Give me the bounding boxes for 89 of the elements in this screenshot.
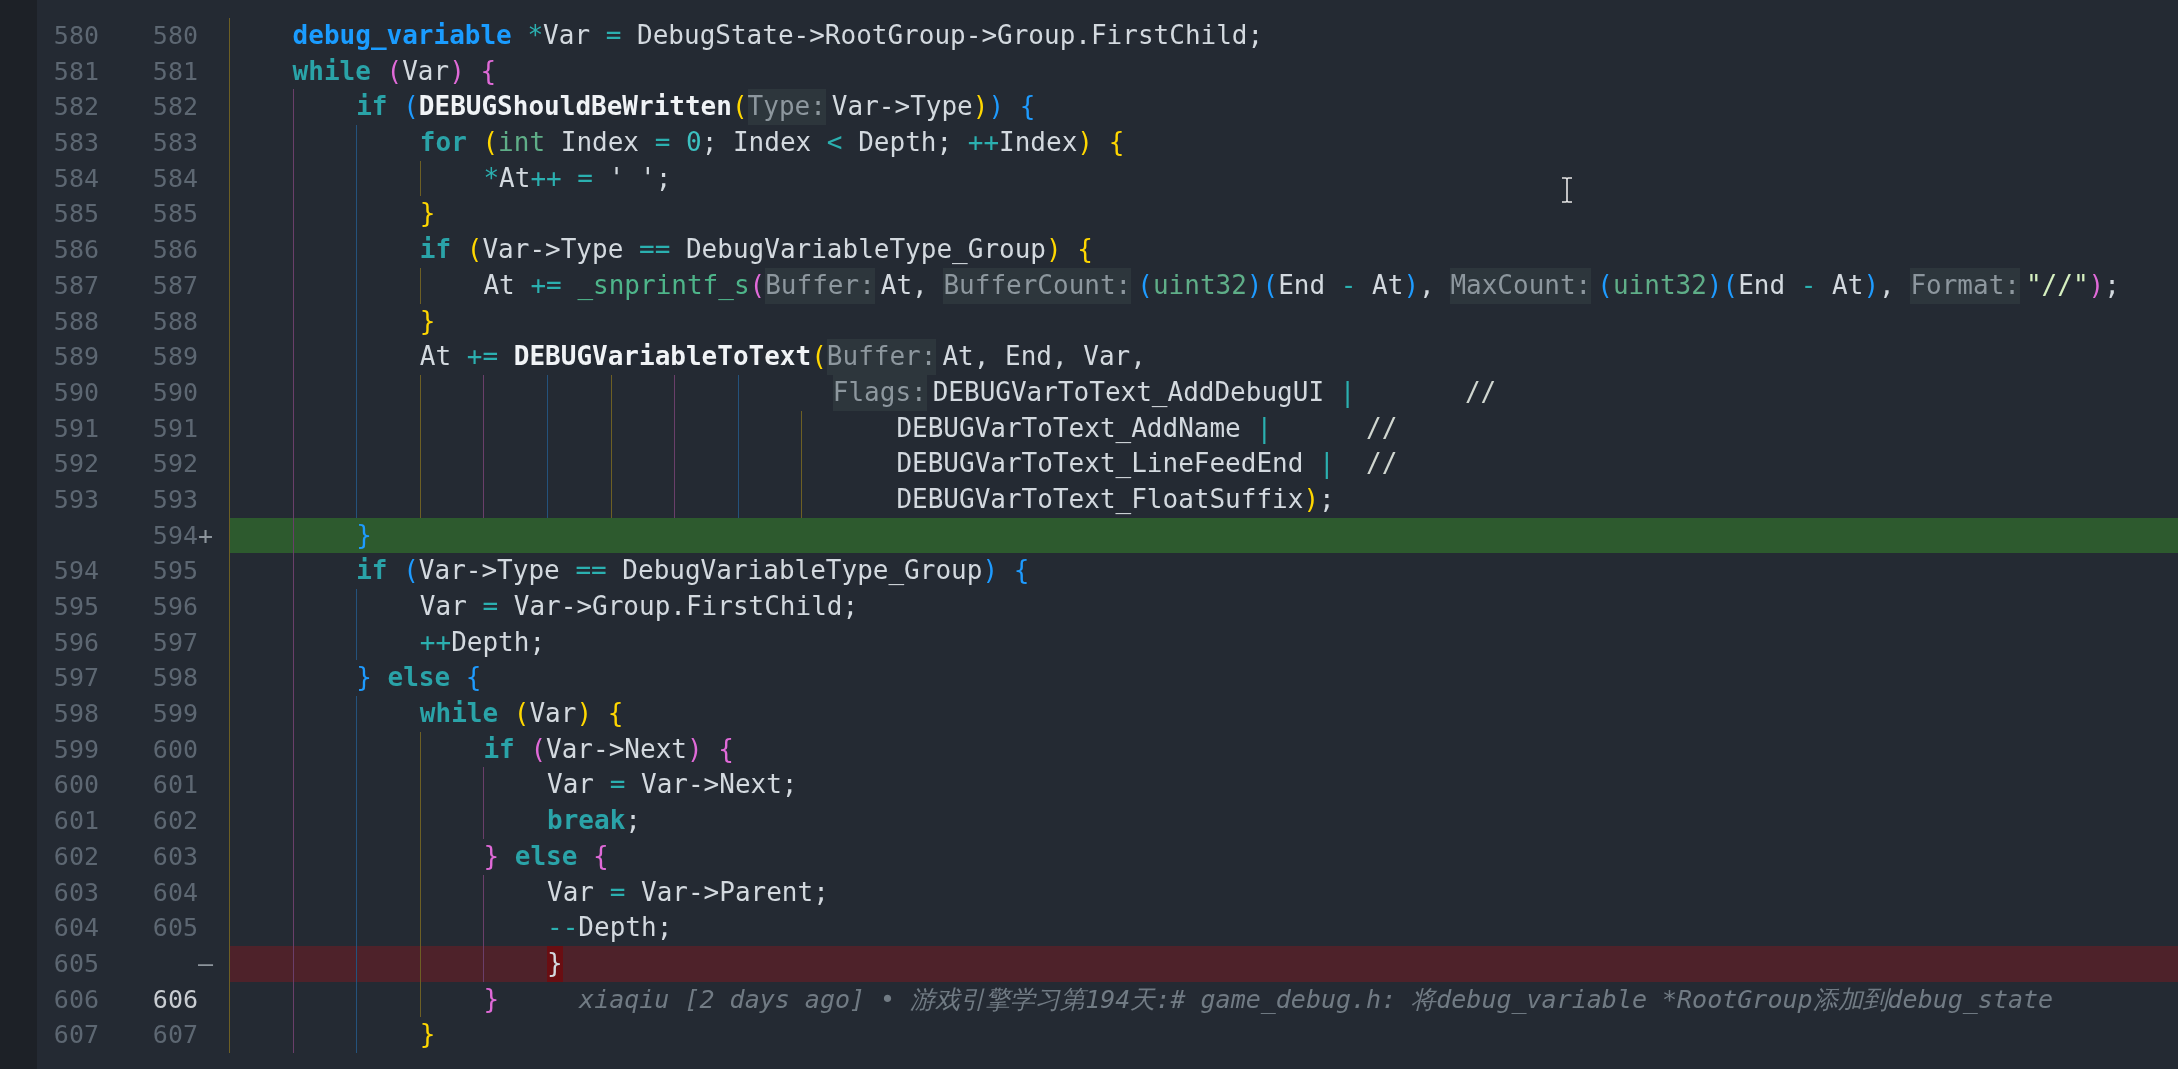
line-number: 581 (152, 56, 198, 86)
line-number: 587 (53, 270, 99, 300)
code-line: if (Var->Next) { (229, 731, 734, 768)
line-number: 596 (53, 627, 99, 657)
line-number: 590 (152, 377, 198, 407)
line-number: 584 (53, 163, 99, 193)
line-number: 590 (53, 377, 99, 407)
code-line: if (Var->Type == DebugVariableType_Group) { (229, 232, 1093, 268)
line-number: 604 (152, 877, 198, 907)
line-number: 601 (152, 770, 198, 800)
line-number: 597 (53, 663, 99, 693)
code-line: Flags: DEBUGVarToText_AddDebugUI | // (229, 374, 1497, 411)
line-number: 600 (53, 770, 99, 800)
code-line: } (229, 1017, 436, 1053)
diff-added-marker: + (198, 520, 214, 550)
line-number: 591 (53, 413, 99, 443)
line-number: 586 (152, 235, 198, 265)
line-number: 592 (53, 449, 99, 479)
line-number: 593 (53, 484, 99, 514)
line-number: 594 (53, 556, 99, 586)
code-line: At += _snprintf_s(Buffer: At, BufferCount: (uint32)(End - At), MaxCount: (uint32)(End - At), Format: "//"); (229, 267, 2120, 304)
line-number: 603 (152, 841, 198, 871)
code-line: } (229, 303, 436, 340)
code-line: while (Var) { (229, 53, 497, 90)
line-number: 601 (53, 806, 99, 836)
code-line: debug_variable *Var = DebugState->RootGroup->Group.FirstChild; (229, 18, 1264, 54)
line-number: 596 (152, 592, 198, 621)
line-number: 582 (152, 92, 198, 122)
line-number: 594 (152, 520, 198, 550)
line-number: 603 (53, 877, 99, 907)
line-number: 599 (53, 734, 99, 764)
line-number: 582 (53, 92, 99, 122)
line-number: 598 (53, 699, 99, 729)
code-line: ++Depth; (229, 624, 546, 661)
line-number: 598 (152, 663, 198, 693)
code-line: } else { (229, 838, 609, 875)
line-number: 599 (152, 699, 198, 729)
code-line: } else { (229, 660, 482, 697)
code-line: Var = Var->Parent; (229, 874, 829, 911)
line-number: 589 (152, 342, 198, 372)
code-line: if (DEBUGShouldBeWritten(Type: Var->Type)) { (229, 89, 1036, 126)
line-number: 606 (53, 984, 99, 1014)
line-number: 580 (53, 21, 99, 50)
code-line: *At++ = ' '; (229, 160, 672, 197)
code-line: DEBUGVarToText_FloatSuffix); (229, 481, 1335, 518)
blame-annotation: xiaqiu [2 days ago] • 游戏引擎学习第194天:# game_debug.h: 将debug_variable *RootGroup添加到debug_state (579, 983, 2054, 1016)
code-line: } (229, 196, 436, 233)
line-number: 593 (152, 484, 198, 514)
code-line: while (Var) { (229, 696, 624, 732)
code-line: for (int Index = 0; Index < Depth; ++Index) { (229, 125, 1125, 161)
line-number: 607 (53, 1020, 99, 1050)
line-number: 580 (152, 21, 198, 50)
line-number: 589 (53, 342, 99, 372)
line-number: 585 (152, 199, 198, 229)
code-line: Var = Var->Group.FirstChild; (229, 589, 859, 625)
code-line: } (229, 981, 500, 1018)
line-number: 595 (152, 556, 198, 586)
code-line: if (Var->Type == DebugVariableType_Group) { (229, 553, 1030, 589)
diff-removed-marker: — (198, 948, 214, 978)
line-number: 588 (152, 306, 198, 336)
line-number: 597 (152, 627, 198, 657)
line-number: 581 (53, 56, 99, 86)
line-number: 583 (53, 128, 99, 158)
line-number: 605 (53, 948, 99, 978)
line-number: 588 (53, 306, 99, 336)
line-number: 600 (152, 734, 198, 764)
code-line: DEBUGVarToText_LineFeedEnd | // (229, 446, 1398, 482)
code-line: DEBUGVarToText_AddName | // (229, 410, 1398, 447)
line-number: 607 (152, 1020, 198, 1050)
line-number: 606 (152, 984, 198, 1014)
code-line: } (229, 945, 563, 982)
code-line: At += DEBUGVariableToText(Buffer: At, End, Var, (229, 339, 1146, 375)
line-number: 604 (53, 913, 99, 943)
line-number: 584 (152, 163, 198, 193)
line-number: 602 (53, 841, 99, 871)
code-line: --Depth; (229, 910, 673, 946)
line-number: 602 (152, 806, 198, 836)
line-number: 585 (53, 199, 99, 229)
code-line: } (229, 517, 372, 554)
line-number: 605 (152, 913, 198, 943)
line-number: 591 (152, 413, 198, 443)
code-line: Var = Var->Next; (229, 767, 798, 804)
line-number: 586 (53, 235, 99, 265)
line-number: 587 (152, 270, 198, 300)
code-line: break; (229, 803, 641, 839)
line-number: 583 (152, 128, 198, 158)
line-number: 595 (53, 592, 99, 621)
line-number: 592 (152, 449, 198, 479)
text-cursor-icon (1561, 177, 1573, 203)
